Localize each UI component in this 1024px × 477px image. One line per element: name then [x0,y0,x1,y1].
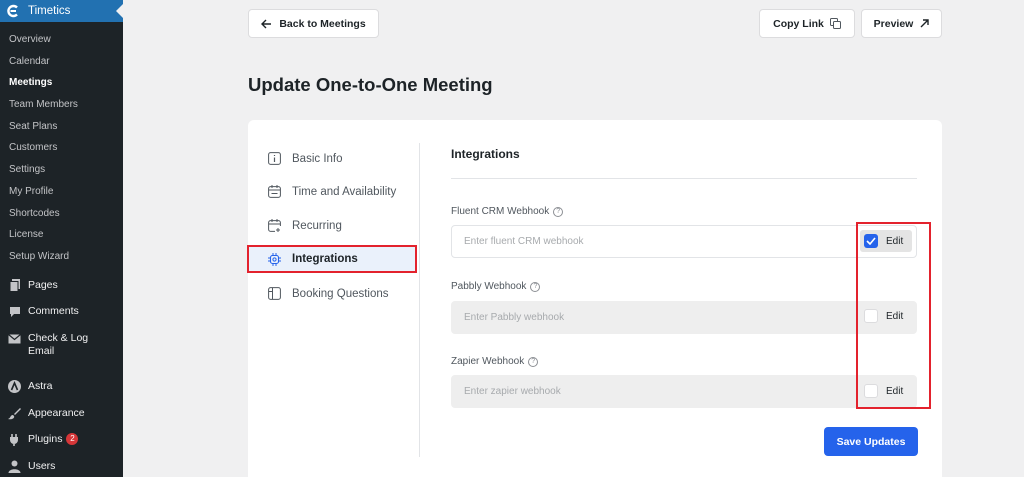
preview-label: Preview [873,17,914,30]
paintbrush-icon [8,407,21,420]
fluent-crm-webhook-label: Fluent CRM Webhook ? [451,206,564,217]
info-icon [268,152,281,165]
sidebar-item-users[interactable]: Users [0,460,123,473]
submenu-license[interactable]: License [0,224,123,246]
astra-icon [8,380,21,393]
fluent-crm-webhook-input[interactable]: Enter fluent CRM webhook [451,225,917,258]
sidebar-item-label: Users [28,460,56,472]
calendar-repeat-icon [268,219,281,232]
help-icon[interactable]: ? [553,206,564,217]
timetics-menu[interactable]: Timetics [0,0,123,22]
sidebar-item-appearance[interactable]: Appearance [0,407,123,420]
preview-button[interactable]: Preview [861,9,942,38]
tab-booking-questions[interactable]: Booking Questions [268,287,389,300]
comments-icon [8,305,21,318]
submenu-seat-plans[interactable]: Seat Plans [0,116,123,138]
input-placeholder: Enter zapier webhook [464,386,561,397]
admin-sidebar: Timetics Overview Calendar Meetings Team… [0,0,123,477]
copy-link-button[interactable]: Copy Link [759,9,855,38]
field-label-text: Pabbly Webhook [451,281,527,292]
arrow-left-icon [261,19,272,29]
submenu-overview[interactable]: Overview [0,29,123,51]
pabbly-webhook-label: Pabbly Webhook ? [451,281,541,292]
tabs-divider [419,143,420,457]
tab-label: Recurring [292,219,342,232]
sidebar-item-label: Plugins [28,433,63,445]
save-updates-button[interactable]: Save Updates [824,427,918,456]
current-menu-arrow [116,4,123,18]
sidebar-item-label: Astra [28,380,53,392]
sidebar-item-label: Check & Log Email [28,332,89,357]
field-label-text: Zapier Webhook [451,356,525,367]
layout-icon [268,287,281,300]
sidebar-item-comments[interactable]: Comments [0,305,123,318]
tab-integrations[interactable]: Integrations [247,245,417,273]
submenu-team-members[interactable]: Team Members [0,94,123,116]
submenu-setup-wizard[interactable]: Setup Wizard [0,246,123,268]
back-button-label: Back to Meetings [279,17,366,30]
zapier-webhook-input[interactable]: Enter zapier webhook [451,375,917,408]
sidebar-item-label: Appearance [28,407,85,419]
tab-label: Integrations [292,253,358,265]
field-label-text: Fluent CRM Webhook [451,206,550,217]
pabbly-webhook-input[interactable]: Enter Pabbly webhook [451,301,917,334]
sidebar-item-check-log-email[interactable]: Check & Log Email [0,332,123,358]
page-title: Update One-to-One Meeting [248,74,493,95]
arrow-up-right-icon [920,19,930,28]
tab-recurring[interactable]: Recurring [268,219,342,232]
back-to-meetings-button[interactable]: Back to Meetings [248,9,379,38]
plugin-icon [8,433,21,446]
submenu-customers[interactable]: Customers [0,137,123,159]
sidebar-item-astra[interactable]: Astra [0,380,123,393]
brand-label: Timetics [28,5,71,17]
pages-icon [8,279,21,292]
sidebar-item-label: Pages [28,279,58,291]
submenu-shortcodes[interactable]: Shortcodes [0,203,123,225]
timetics-submenu: Overview Calendar Meetings Team Members … [0,29,123,268]
section-divider [451,178,917,179]
submenu-my-profile[interactable]: My Profile [0,181,123,203]
copy-link-label: Copy Link [773,17,824,30]
email-icon [8,332,21,345]
edit-checkboxes-highlight [856,222,931,409]
help-icon[interactable]: ? [530,281,541,292]
input-placeholder: Enter fluent CRM webhook [464,236,584,247]
timetics-logo-icon [6,4,20,18]
submenu-settings[interactable]: Settings [0,159,123,181]
users-icon [8,460,21,473]
input-placeholder: Enter Pabbly webhook [464,312,565,323]
integration-chip-icon [268,252,281,266]
tab-label: Basic Info [292,152,343,165]
sidebar-item-label: Comments [28,305,79,317]
calendar-icon [268,185,281,198]
copy-icon [829,18,841,29]
help-icon[interactable]: ? [528,356,539,367]
sidebar-item-pages[interactable]: Pages [0,279,123,292]
tab-basic-info[interactable]: Basic Info [268,152,343,165]
tab-time-availability[interactable]: Time and Availability [268,185,396,198]
tab-label: Booking Questions [292,287,389,300]
submenu-calendar[interactable]: Calendar [0,51,123,73]
submenu-meetings[interactable]: Meetings [0,72,123,94]
sidebar-item-plugins[interactable]: Plugins 2 [0,433,123,446]
zapier-webhook-label: Zapier Webhook ? [451,356,539,367]
integrations-section-title: Integrations [451,147,520,161]
plugins-update-badge: 2 [66,433,79,445]
tab-label: Time and Availability [292,185,397,198]
